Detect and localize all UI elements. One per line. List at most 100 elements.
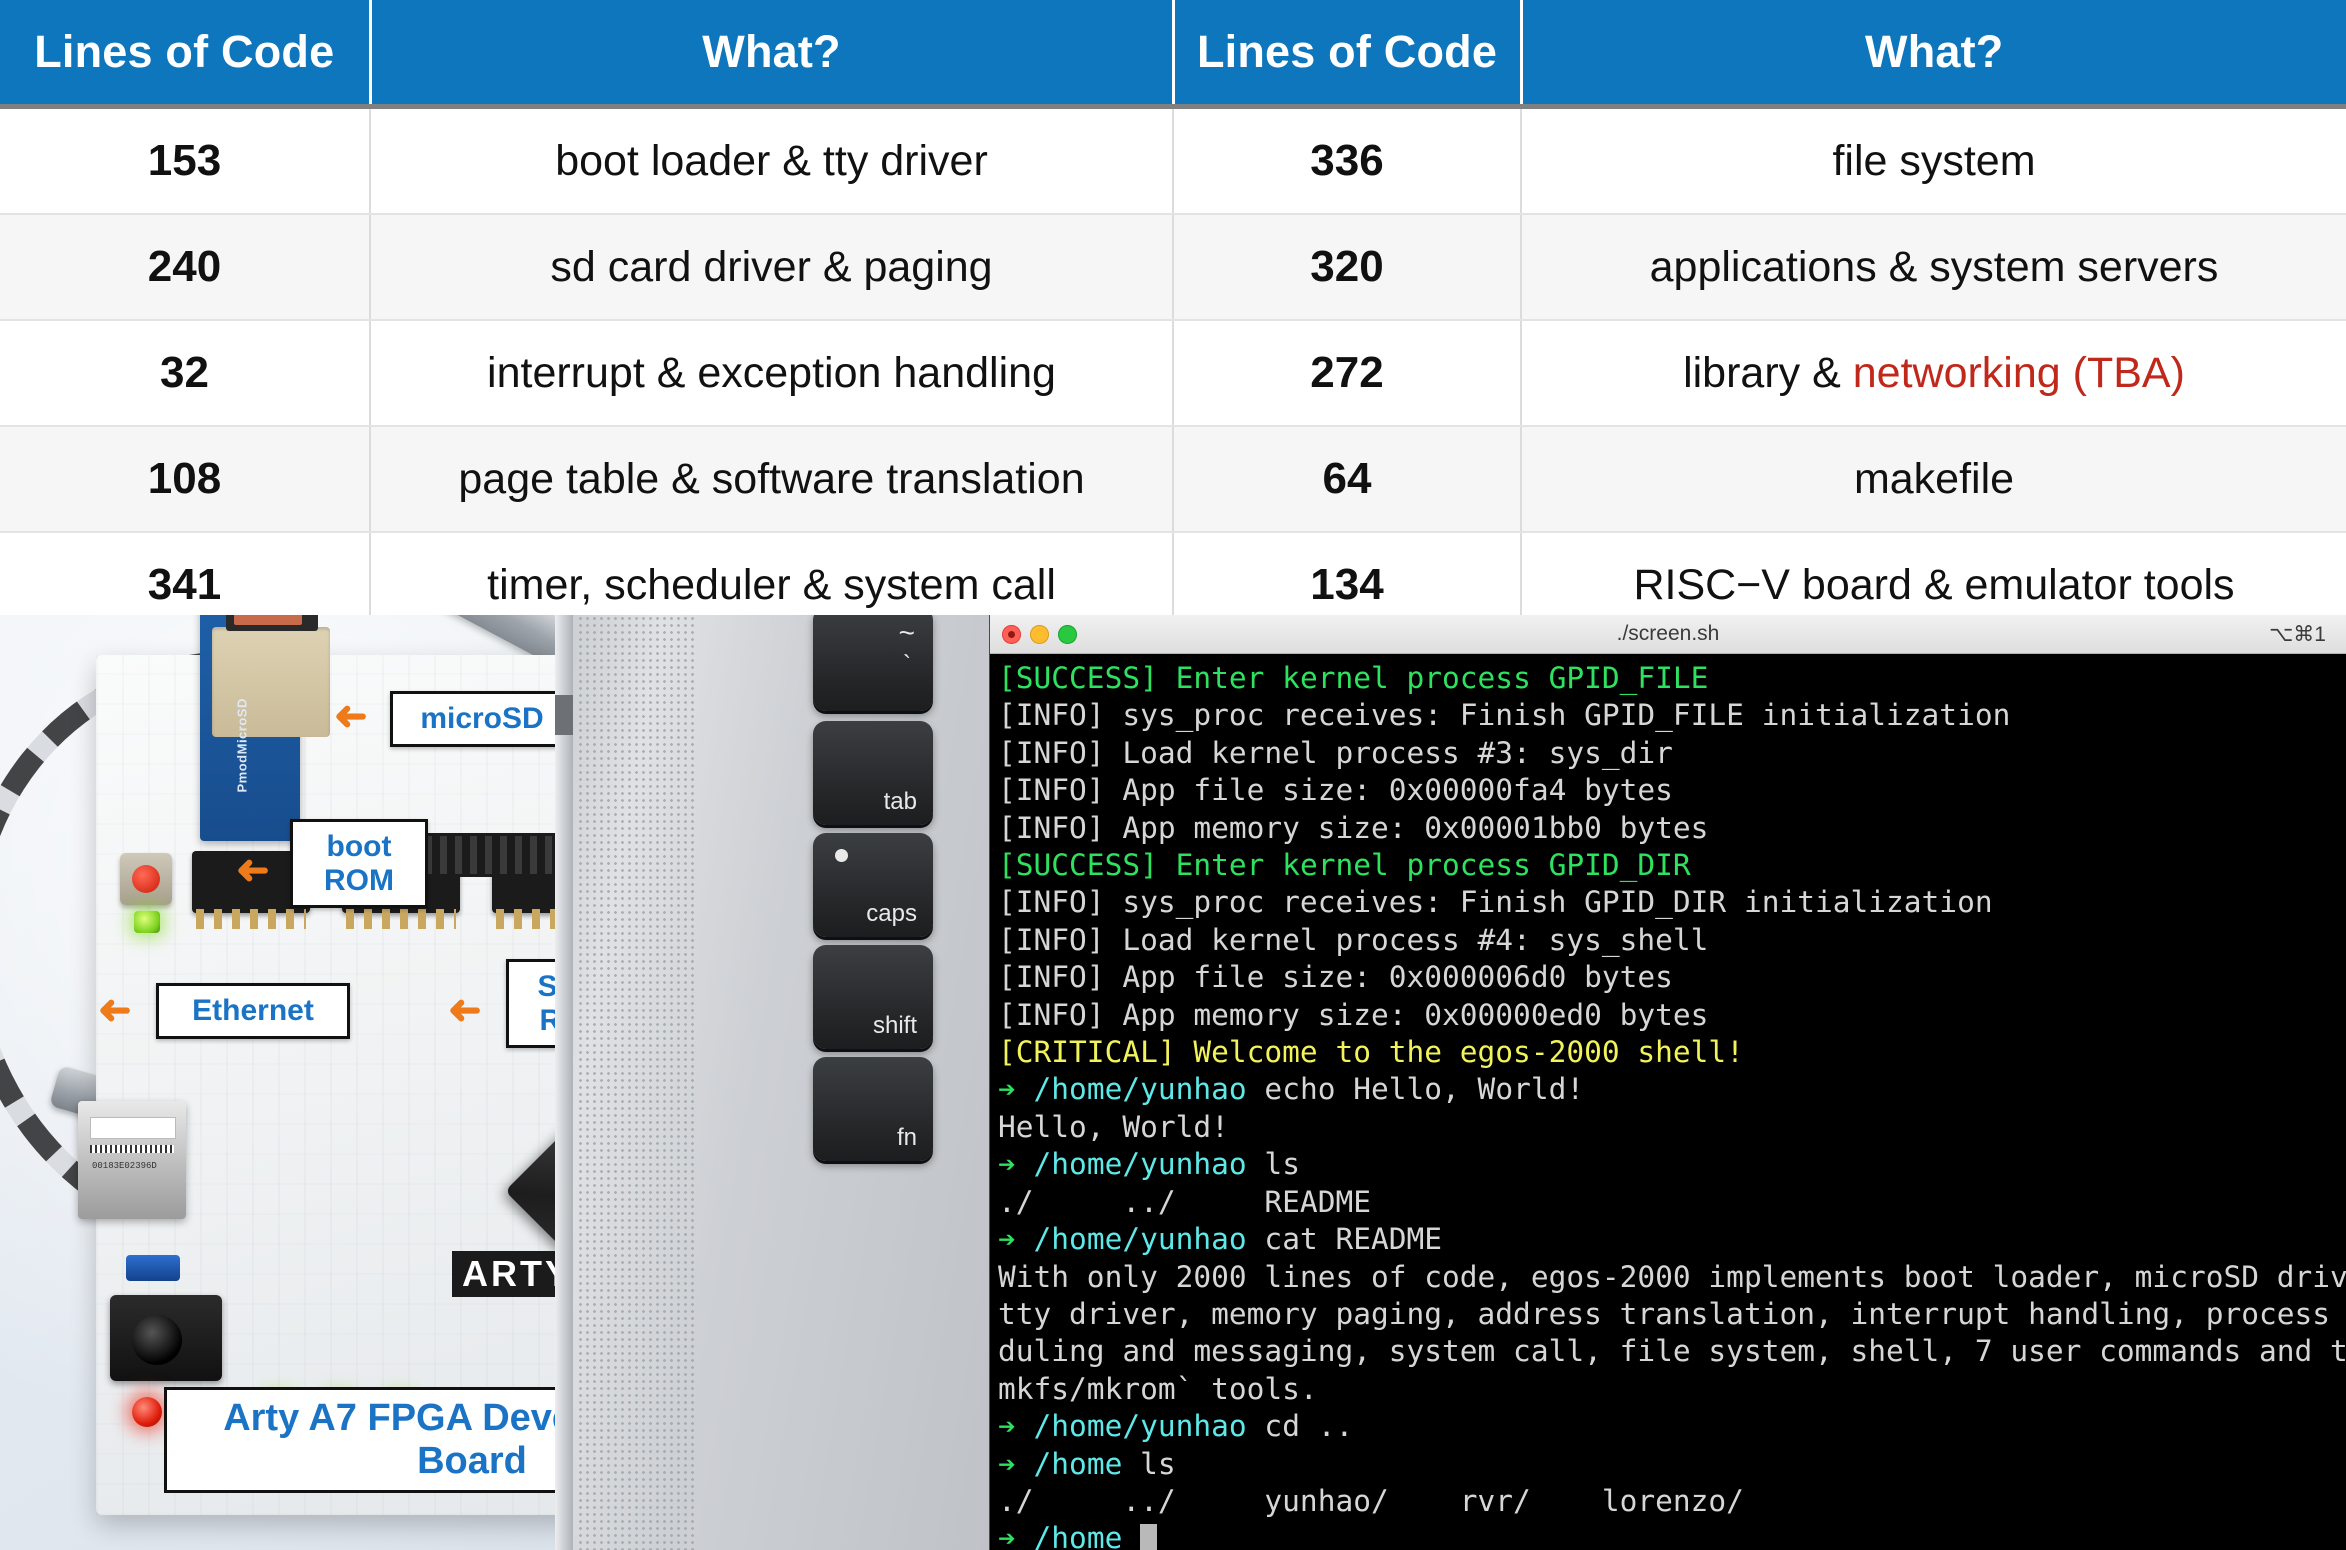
column-header-what-right: What? [1521,0,2346,109]
prompt-command: echo Hello, World! [1246,1072,1585,1107]
column-header-loc-right: Lines of Code [1173,0,1523,109]
terminal-line: [INFO] App memory size: 0x00001bb0 bytes [998,810,1709,845]
bottom-panel: PmodMicroSD ARTIX-7 00183E02396D [0,615,2346,1550]
cell-loc: 240 [0,214,371,321]
terminal-line: With only 2000 lines of code, egos-2000 … [998,1259,2346,1294]
prompt-path: /home/yunhao [1033,1072,1247,1107]
log-tag-critical: [CRITICAL] [998,1035,1176,1070]
prompt-command: ls [1122,1446,1176,1481]
macbook-keyboard: ~ ` tab caps shift fn [555,615,990,1550]
zoom-button-icon[interactable] [1058,624,1077,644]
terminal-window: ./screen.sh ⌥⌘1 [SUCCESS] Enter kernel p… [990,615,2346,1550]
cell-loc: 336 [1173,106,1522,215]
table-header-row: Lines of Code What? Lines of Code What? [0,0,2346,109]
power-barrel-jack [110,1295,222,1381]
terminal-line: [SUCCESS] Enter kernel process GPID_FILE [998,660,2346,697]
log-message: Welcome to the egos-2000 shell! [1175,1035,1744,1070]
cell-what: applications & system servers [1521,214,2346,321]
key-fn-label: fn [896,1124,917,1151]
prompt-arrow-icon: ➔ [998,1072,1034,1107]
cell-loc: 32 [0,320,371,427]
terminal-cursor [1140,1524,1158,1550]
log-tag-success: [SUCCESS] [998,661,1158,695]
cell-loc: 272 [1173,320,1522,427]
cell-loc: 108 [0,426,371,533]
terminal-line: [INFO] App file size: 0x00000fa4 bytes [998,773,1673,808]
reset-button [120,853,172,905]
prompt-arrow-icon: ➔ [998,1446,1034,1481]
terminal-line: [INFO] sys_proc receives: Finish GPID_FI… [998,698,2011,733]
column-header-what-left: What? [370,0,1175,109]
what-prefix: library & [1683,348,1853,397]
prompt-path: /home [1033,1521,1123,1550]
terminal-line: [INFO] App memory size: 0x00000ed0 bytes [998,997,1709,1032]
terminal-line: ./ ../ yunhao/ rvr/ lorenzo/ [998,1483,1744,1518]
cell-what: interrupt & exception handling [370,320,1174,427]
prompt-path: /home/yunhao [1033,1147,1247,1182]
prompt-command: ls [1246,1147,1300,1182]
table-row: 240 sd card driver & paging 320 applicat… [0,214,2346,321]
key-tab[interactable]: tab [813,721,933,825]
terminal-line: [INFO] Load kernel process #3: sys_dir [998,735,1673,770]
arrow-ethernet-icon: ➜ [98,989,132,1033]
key-shift-label: shift [872,1012,917,1039]
terminal-titlebar[interactable]: ./screen.sh ⌥⌘1 [990,615,2346,654]
cell-what: makefile [1521,426,2346,533]
terminal-output[interactable]: [SUCCESS] Enter kernel process GPID_FILE… [990,654,2346,1550]
key-fn[interactable]: fn [813,1057,933,1161]
ethernet-jack: 00183E02396D [78,1101,186,1219]
minimize-button-icon[interactable] [1030,624,1049,644]
log-message: Enter kernel process GPID_FILE [1157,661,1709,695]
lines-of-code-table: Lines of Code What? Lines of Code What? … [0,0,2346,639]
terminal-line: duling and messaging, system call, file … [998,1334,2346,1369]
terminal-line: [INFO] sys_proc receives: Finish GPID_DI… [998,885,1993,920]
slide-root: Lines of Code What? Lines of Code What? … [0,0,2346,1550]
prompt-arrow-icon: ➔ [998,1222,1034,1257]
cell-loc: 64 [1173,426,1522,533]
key-caps-label: caps [866,900,917,927]
arrow-microsd-icon: ➜ [334,695,368,739]
prompt-arrow-icon: ➔ [998,1521,1034,1550]
caps-lock-indicator-icon [835,849,848,862]
mac-address-sticker: 00183E02396D [92,1161,157,1171]
prompt-arrow-icon: ➔ [998,1409,1034,1444]
cell-what-networking: library & networking (TBA) [1521,320,2346,427]
table-row: 153 boot loader & tty driver 336 file sy… [0,106,2346,215]
pmod-module-label: PmodMicroSD [234,698,250,793]
key-tilde[interactable]: ~ ` [813,615,933,711]
prompt-command: cd .. [1246,1409,1354,1444]
close-button-icon[interactable] [1002,624,1021,644]
led-ld8 [134,911,160,933]
table-row: 108 page table & software translation 64… [0,426,2346,533]
key-shift[interactable]: shift [813,945,933,1049]
key-tilde-secondary: ` [903,651,911,678]
terminal-title: ./screen.sh [1616,622,1720,645]
arrow-boot-rom-icon: ➜ [236,849,270,893]
callout-microsd: microSD [390,691,574,747]
terminal-line: ➔ /home [998,1520,2346,1550]
cell-what: file system [1521,106,2346,215]
tba-accent: networking (TBA) [1852,348,2185,397]
terminal-line: [SUCCESS] Enter kernel process GPID_DIR [998,847,2346,884]
window-controls [1002,615,1077,653]
key-caps-lock[interactable]: caps [813,833,933,937]
prompt-arrow-icon: ➔ [998,1147,1034,1182]
terminal-line: ➔ /home/yunhao cd .. [998,1408,2346,1445]
terminal-line: ➔ /home ls [998,1446,2346,1483]
prompt-path: /home/yunhao [1033,1222,1247,1257]
prompt-command [1122,1521,1140,1550]
laptop-edge [555,615,573,1550]
cell-what: page table & software translation [370,426,1174,533]
terminal-line: ➔ /home/yunhao echo Hello, World! [998,1071,2346,1108]
microsd-card [234,615,302,625]
power-led [132,1397,162,1427]
arrow-sifive-cpu-icon: ➜ [448,989,482,1033]
terminal-line: [INFO] App file size: 0x000006d0 bytes [998,960,1673,995]
callout-ethernet: Ethernet [156,983,350,1039]
key-tab-label: tab [883,788,917,815]
terminal-shortcut-hint: ⌥⌘1 [2269,622,2326,646]
cell-loc: 153 [0,106,371,215]
prompt-path: /home [1033,1446,1123,1481]
table-row: 32 interrupt & exception handling 272 li… [0,320,2346,427]
laptop-port [555,695,573,735]
